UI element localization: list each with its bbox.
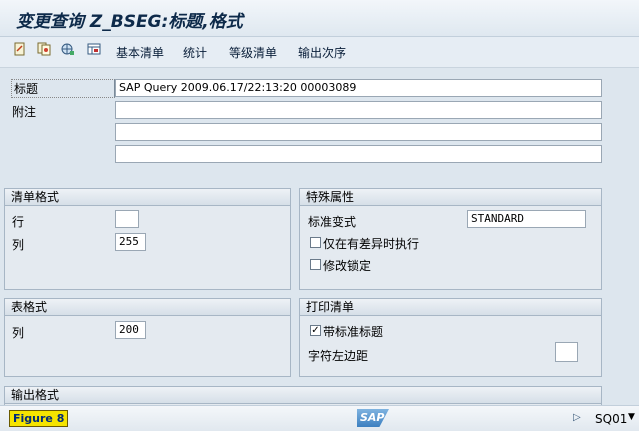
cols-label: 列 [12,238,25,252]
variant-label: 标准变式 [308,215,357,229]
table-cols-input[interactable]: 200 [115,321,146,339]
figure-label: Figure 8 [9,410,69,427]
std-title-label: 带标准标题 [323,325,384,339]
application-toolbar: 基本清单 统计 等级清单 输出次序 [0,37,639,68]
copy-doc-icon[interactable] [36,42,52,58]
notes-label: 附注 [12,105,37,119]
std-title-checkbox[interactable]: ✓ [310,325,321,336]
sap-logo: SAP [357,409,389,427]
statistics-button[interactable]: 统计 [183,44,207,61]
left-margin-input[interactable] [555,342,578,362]
output-format-title: 输出格式 [5,387,601,404]
list-format-title: 清单格式 [5,189,290,206]
exec-diff-label: 仅在有差异时执行 [323,237,420,251]
cols-input[interactable]: 255 [115,233,146,251]
title-input[interactable]: SAP Query 2009.06.17/22:13:20 00003089 [115,79,602,97]
print-list-title: 打印清单 [300,299,601,316]
status-bar: Figure 8 SAP ▷ SQ01 ▼ [0,405,639,431]
lock-label: 修改锁定 [323,259,372,273]
rows-label: 行 [12,215,25,229]
left-margin-label: 字符左边距 [308,349,369,363]
rows-input[interactable] [115,210,139,228]
table-cols-label: 列 [12,326,25,340]
layout-icon[interactable] [86,42,102,58]
special-attributes-title: 特殊属性 [300,189,601,206]
change-doc-icon[interactable] [12,42,28,58]
window-title: 变更查询 Z_BSEG:标题,格式 [16,12,243,32]
table-format-group: 表格式 [4,298,291,377]
lock-checkbox[interactable] [310,259,321,270]
status-expand-icon[interactable]: ▷ [573,412,581,423]
notes-input-2[interactable] [115,123,602,141]
variant-input[interactable]: STANDARD [467,210,586,228]
basic-list-button[interactable]: 基本清单 [116,44,164,61]
title-label: 标题 [11,79,115,98]
system-id: SQ01 [595,412,628,426]
ranked-list-button[interactable]: 等级清单 [229,44,277,61]
output-sequence-button[interactable]: 输出次序 [298,44,346,61]
notes-input-3[interactable] [115,145,602,163]
exec-diff-checkbox[interactable] [310,237,321,248]
notes-input-1[interactable] [115,101,602,119]
title-bar: 变更查询 Z_BSEG:标题,格式 [0,0,639,37]
chevron-down-icon[interactable]: ▼ [628,412,635,422]
globe-settings-icon[interactable] [60,42,76,58]
table-format-title: 表格式 [5,299,290,316]
list-format-group: 清单格式 [4,188,291,290]
